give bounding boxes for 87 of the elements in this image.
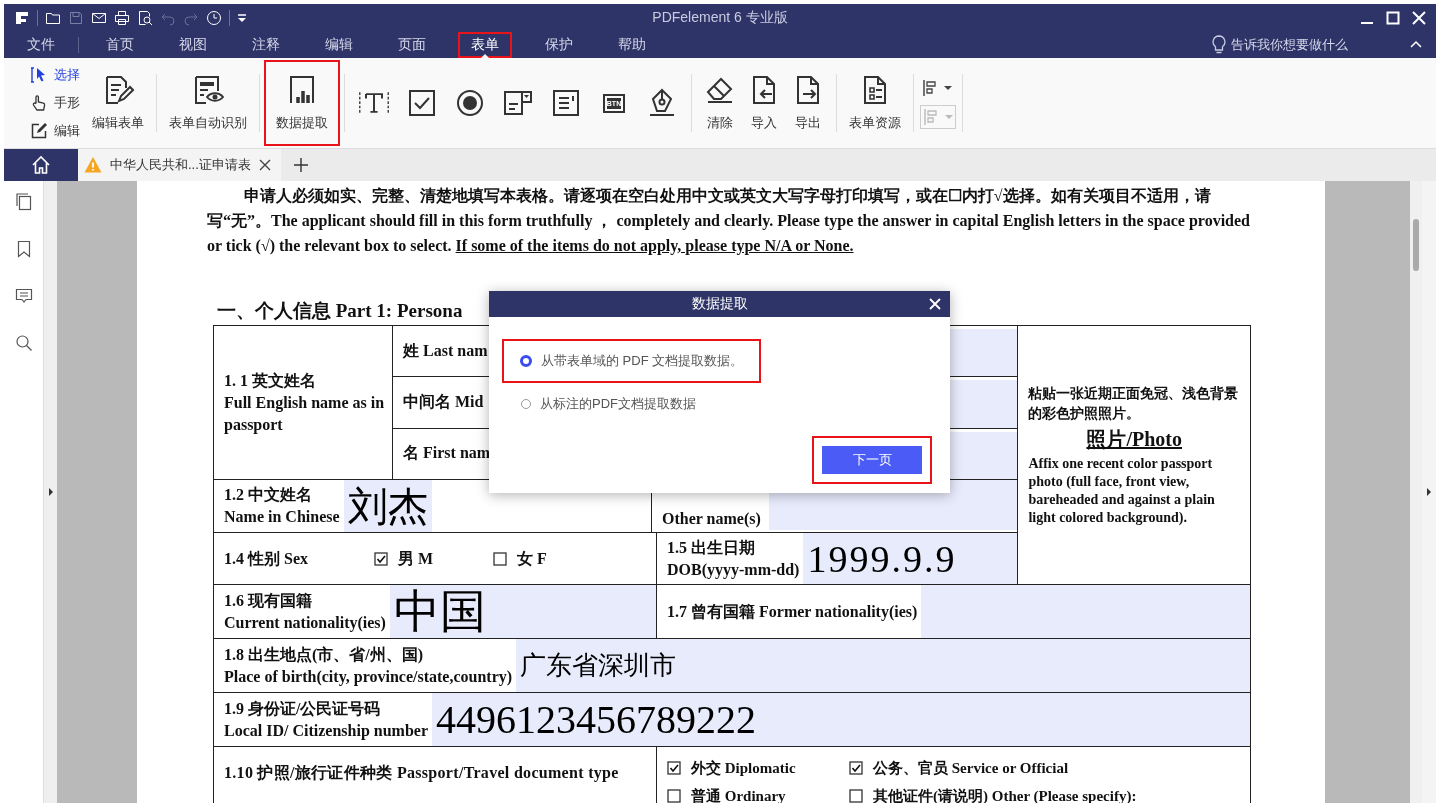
field-label: Other name(s) — [662, 509, 761, 530]
mode-button[interactable]: 选择 — [30, 63, 80, 87]
dropdown-icon[interactable] — [237, 13, 247, 23]
mode-button[interactable]: 手形 — [30, 91, 80, 115]
home-icon — [31, 155, 51, 175]
lightbulb-icon — [1212, 35, 1226, 55]
menu-tab[interactable]: 首页 — [83, 33, 156, 57]
menu-tab[interactable]: 注释 — [229, 33, 302, 57]
checkbox[interactable] — [667, 789, 681, 803]
scrollbar-thumb[interactable] — [1413, 219, 1419, 271]
menu-tab[interactable]: 页面 — [375, 33, 448, 57]
field-label: 姓 Last nam — [403, 340, 488, 361]
menu-tab[interactable]: 文件 — [8, 33, 74, 57]
field-label: 1.8 出生地点(市、省/州、国) Place of birth(city, province/state,country) — [224, 644, 513, 688]
next-button[interactable]: 下一页 — [812, 436, 932, 484]
caret-icon — [944, 84, 952, 92]
tab-title: 中华人民共和...证申请表 — [110, 156, 251, 174]
menu-tab[interactable]: 保护 — [522, 33, 595, 57]
input-field[interactable]: 4496123456789222 — [432, 693, 1250, 746]
search-icon[interactable] — [14, 334, 33, 352]
ribbon-tool[interactable]: 导入 — [742, 66, 786, 140]
comment-icon[interactable] — [14, 287, 33, 305]
folder-icon[interactable] — [45, 10, 61, 26]
preview-icon[interactable] — [137, 10, 153, 26]
field-label: 1.5 出生日期 DOB(yyyy-mm-dd) — [667, 537, 800, 581]
maximize-icon[interactable] — [1386, 11, 1400, 25]
option-label: 男 M — [398, 548, 434, 569]
field-label: 1.7 曾有国籍 Former nationality(ies) — [667, 601, 918, 623]
radio-option[interactable]: 从标注的PDF文档提取数据 — [502, 387, 716, 421]
print-icon[interactable] — [114, 10, 130, 26]
checkbox[interactable] — [374, 551, 388, 566]
tell-me-search[interactable]: 告诉我你想要做什么 — [1231, 36, 1348, 54]
checkbox[interactable] — [667, 761, 681, 775]
ribbon-tool[interactable]: 表单资源 — [843, 66, 907, 140]
checkbox[interactable] — [849, 789, 863, 803]
window-title: PDFelement 6 专业版 — [652, 9, 788, 27]
menu-tab[interactable]: 帮助 — [595, 33, 668, 57]
input-field[interactable]: 广东省深圳市 — [516, 639, 1250, 692]
input-field[interactable]: 中国 — [389, 585, 656, 638]
input-field[interactable]: 1999.9.9 — [803, 533, 1018, 584]
field-label: 1.2 中文姓名 Name in Chinese — [224, 485, 340, 527]
field-label: 1. 1 英文姓名 Full English name as in passport — [224, 370, 386, 436]
ribbon-tool[interactable]: 清除 — [698, 66, 742, 140]
checkbox[interactable] — [849, 761, 863, 775]
mode-button[interactable]: 编辑 — [30, 119, 80, 143]
home-tab[interactable] — [4, 149, 78, 181]
option-label: 外交 Diplomatic — [691, 759, 796, 778]
menu-tab[interactable]: 编辑 — [302, 33, 375, 57]
pages-icon[interactable] — [14, 193, 33, 211]
radio-option[interactable]: 从带表单域的 PDF 文档提取数据。 — [502, 339, 762, 383]
hand-icon — [30, 94, 48, 112]
option-label: 公务、官员 Service or Official — [873, 759, 1069, 778]
caret-icon — [945, 113, 953, 121]
save-icon[interactable] — [68, 10, 84, 26]
history-icon[interactable] — [206, 10, 222, 26]
field-label: 名 First nam — [403, 443, 491, 464]
section-title: 一、个人信息 Part 1: Persona — [217, 300, 464, 322]
expand-panel-icon[interactable] — [1425, 488, 1433, 496]
field-label: 1.4 性别 Sex — [224, 548, 309, 569]
app-logo-icon — [14, 10, 30, 26]
field-label: 中间名 Mid — [403, 392, 484, 412]
menu-tab[interactable]: 表单 — [459, 33, 511, 57]
instruction-text: 申请人必须如实、完整、清楚地填写本表格。请逐项在空白处用中文或英文大写字母打印填写，或在☐内打√选择。如有关项目不适用，请写“无”。The applicant should fill in this form truthfully ， completely and clearly. Please type the answer in capital English letters in the space provided or tick (√) the relevant box to select. If some of the items do not apply, please type N/A or None. — [207, 186, 1251, 257]
expand-panel-icon[interactable] — [47, 488, 55, 496]
field-label: 1.10 护照/旅行证件种类 Passport/Travel document type — [224, 763, 620, 784]
close-icon[interactable] — [258, 159, 271, 171]
dialog-title: 数据提取 — [691, 295, 748, 313]
photo-instruction: 粘贴一张近期正面免冠、浅色背景的彩色护照照片。 — [1028, 384, 1240, 423]
field-label: 1.6 现有国籍 Current nationality(ies) — [224, 590, 386, 634]
email-icon[interactable] — [91, 10, 107, 26]
ribbon-tool[interactable]: 编辑表单 — [86, 66, 150, 140]
option-label: 女 F — [517, 548, 547, 569]
add-tab-icon[interactable] — [292, 157, 309, 173]
input-field[interactable] — [921, 585, 1250, 638]
radio-button[interactable] — [520, 355, 532, 367]
photo-title: 照片/Photo — [1086, 426, 1182, 452]
document-eye-icon — [192, 74, 224, 106]
ribbon-tool[interactable]: 表单自动识别 — [163, 66, 253, 140]
edit-icon — [30, 122, 48, 140]
ribbon-tool[interactable]: 数据提取 — [266, 62, 338, 144]
photo-instruction: Affix one recent color passport photo (full face, front view, bareheaded and against a plain light colored background). — [1028, 454, 1216, 527]
document-tab[interactable]: 中华人民共和...证申请表 — [78, 149, 281, 181]
checkbox[interactable] — [493, 551, 508, 566]
field-label: 1.9 身份证/公民证号码 Local ID/ Citizenship number — [224, 698, 428, 742]
ribbon-tool[interactable]: 导出 — [786, 66, 830, 140]
menu-tab[interactable]: 视图 — [156, 33, 229, 57]
input-field[interactable]: 刘杰 — [343, 480, 432, 532]
